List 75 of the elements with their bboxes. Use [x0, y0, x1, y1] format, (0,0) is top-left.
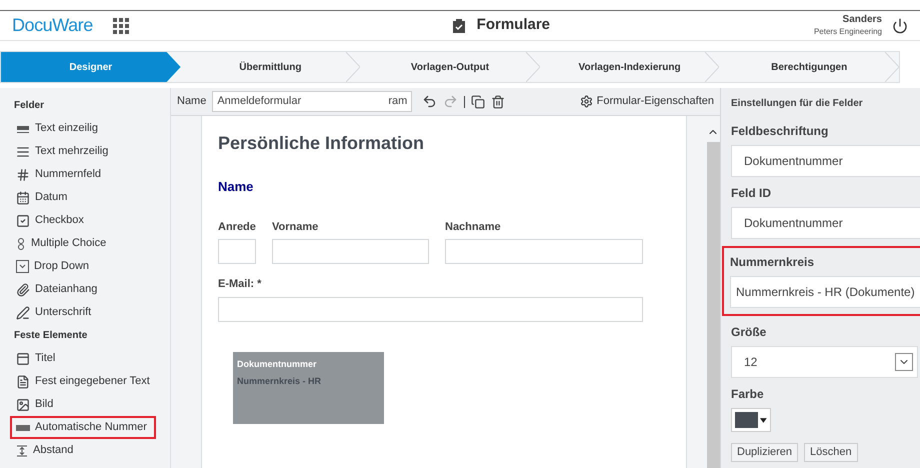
- action-button[interactable]: Löschen: [804, 443, 858, 462]
- name-label: Name: [177, 94, 206, 110]
- scrollbar-thumb[interactable]: [707, 142, 720, 468]
- field-type-item[interactable]: Multiple Choice: [10, 232, 170, 255]
- field-type-item[interactable]: Titel: [10, 347, 170, 370]
- title-icon: [16, 352, 30, 366]
- field-type-item[interactable]: Drop Down: [10, 255, 170, 278]
- copy-icon[interactable]: [471, 94, 486, 108]
- field-label: Feldbeschriftung: [731, 123, 830, 140]
- field-type-item[interactable]: Datum: [10, 186, 170, 209]
- name-field[interactable]: Anmeldeformular ram: [212, 91, 412, 112]
- user-name: Sanders: [842, 14, 882, 27]
- hash-icon: [16, 168, 30, 182]
- color-picker[interactable]: [731, 408, 771, 432]
- field-label: Vorname: [272, 220, 320, 234]
- dropdown-icon: [895, 353, 913, 371]
- text-field[interactable]: Dokumentnummer: [731, 145, 920, 177]
- app-grid-icon[interactable]: [112, 18, 129, 34]
- caret-icon: [760, 418, 767, 422]
- spacing-icon: [16, 444, 28, 456]
- form-heading: Persönliche Information: [218, 132, 426, 155]
- image-icon: [16, 398, 30, 412]
- section-title: Feste Elemente: [13, 329, 88, 343]
- field-label: E-Mail: *: [218, 277, 262, 292]
- input-field[interactable]: [272, 239, 429, 264]
- field-type-item[interactable]: Text einzeilig: [10, 117, 170, 140]
- field-type-item[interactable]: Checkbox: [10, 209, 170, 232]
- text-field[interactable]: Dokumentnummer: [731, 207, 920, 239]
- field-type-item[interactable]: Dateianhang: [10, 278, 170, 301]
- field-label: Nummernkreis: [730, 254, 816, 271]
- field-label: Größe: [731, 324, 768, 341]
- calendar-icon: [16, 190, 30, 204]
- step-tab[interactable]: Designer: [1, 52, 181, 82]
- autonumber-title: Dokumentnummer: [237, 358, 317, 370]
- form-properties-button[interactable]: Formular-Eigenschaften: [580, 93, 714, 110]
- section-heading: Name: [218, 178, 254, 196]
- input-field[interactable]: [218, 239, 256, 264]
- step-tab[interactable]: Vorlagen-Indexierung: [540, 52, 720, 82]
- step-tab[interactable]: Übermittlung: [180, 52, 360, 82]
- company-name: Peters Engineering: [814, 26, 882, 37]
- select-field[interactable]: 12: [731, 346, 918, 378]
- input-field[interactable]: [445, 239, 643, 264]
- field-label: Feld ID: [731, 185, 772, 202]
- panel-title: Einstellungen für die Felder: [731, 97, 864, 111]
- autonumber-value: Nummernkreis - HR: [237, 375, 322, 388]
- gear-icon: [580, 95, 593, 108]
- checkbox-icon: [16, 214, 30, 228]
- action-button[interactable]: Duplizieren: [731, 443, 798, 462]
- select-field[interactable]: Nummernkreis - HR (Dokumente): [730, 276, 920, 308]
- field-type-item[interactable]: Abstand: [10, 439, 170, 462]
- field-label: Nachname: [445, 220, 502, 234]
- power-icon[interactable]: [892, 18, 908, 34]
- undo-icon[interactable]: [422, 94, 438, 109]
- field-type-item[interactable]: Nummernfeld: [10, 163, 170, 186]
- clipboard-icon: [452, 18, 465, 32]
- dropdown-icon: [16, 260, 29, 273]
- step-tab[interactable]: Vorlagen-Output: [360, 52, 540, 82]
- field-type-item[interactable]: Bild: [10, 393, 170, 416]
- document-icon: [16, 374, 30, 388]
- input-field[interactable]: [218, 296, 643, 322]
- field-type-item[interactable]: Text mehrzeilig: [10, 140, 170, 163]
- radio-options-icon: [16, 236, 26, 250]
- trash-icon[interactable]: [491, 94, 506, 108]
- field-label: Farbe: [731, 386, 765, 403]
- field-type-item[interactable]: Automatische Nummer: [10, 416, 156, 439]
- field-type-item[interactable]: Fest eingegebener Text: [10, 370, 170, 393]
- pen-icon: [16, 306, 30, 320]
- logo[interactable]: DocuWare: [12, 12, 93, 39]
- field-label: Anrede: [218, 220, 256, 234]
- paperclip-icon: [16, 282, 30, 296]
- page-title: Formulare: [476, 15, 550, 36]
- section-title: Felder: [13, 99, 46, 113]
- field-type-item[interactable]: Unterschrift: [10, 301, 170, 324]
- lines-icon: [16, 144, 30, 158]
- step-tab[interactable]: Berechtigungen: [719, 52, 899, 82]
